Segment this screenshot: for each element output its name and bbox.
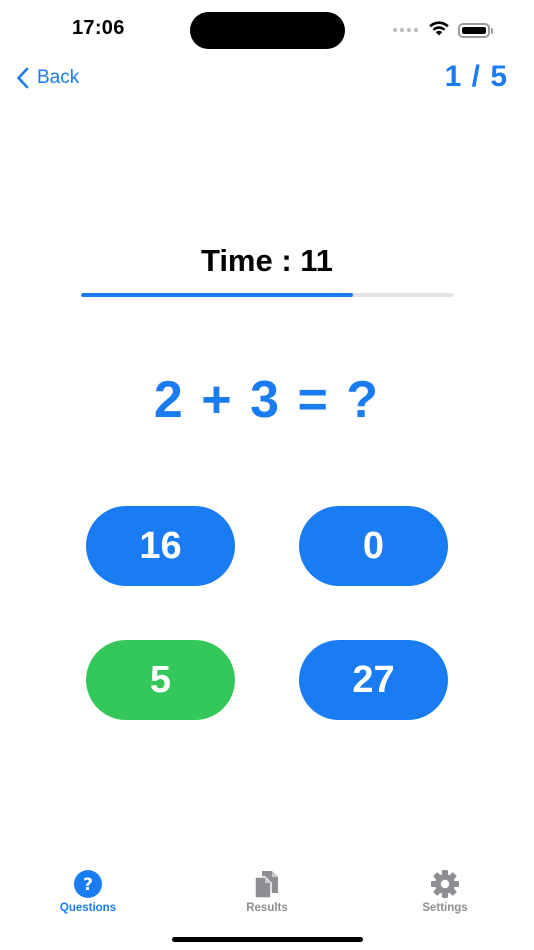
answer-button[interactable]: 16 xyxy=(86,506,235,586)
cellular-signal-icon xyxy=(393,28,418,32)
tab-label: Settings xyxy=(422,902,468,914)
battery-icon xyxy=(458,22,493,38)
question-progress: 1 / 5 xyxy=(444,60,508,93)
status-time: 17:06 xyxy=(72,17,125,39)
status-indicators xyxy=(393,20,493,41)
answer-button[interactable]: 0 xyxy=(299,506,448,586)
answer-button[interactable]: 27 xyxy=(299,640,448,720)
back-button[interactable]: Back xyxy=(16,64,79,92)
question-circle-icon: ? xyxy=(28,870,148,898)
wifi-icon xyxy=(428,20,450,41)
home-indicator[interactable] xyxy=(172,937,363,942)
timer-label: Time : 11 xyxy=(200,243,334,278)
dynamic-island xyxy=(190,12,345,49)
tab-results[interactable]: Results xyxy=(207,870,327,914)
gear-icon xyxy=(385,870,505,898)
timer-progress-bar xyxy=(81,293,454,297)
timer-progress-fill xyxy=(81,293,354,297)
question-text: 2 + 3 = ? xyxy=(153,371,381,429)
tab-label: Results xyxy=(246,902,288,914)
svg-text:?: ? xyxy=(83,875,93,895)
chevron-left-icon xyxy=(16,67,29,89)
documents-icon xyxy=(207,870,327,899)
back-label: Back xyxy=(37,67,80,88)
answer-button[interactable]: 5 xyxy=(86,640,235,720)
tab-label: Questions xyxy=(59,902,117,914)
tab-settings[interactable]: Settings xyxy=(385,870,505,914)
tab-questions[interactable]: ? Questions xyxy=(28,870,148,914)
